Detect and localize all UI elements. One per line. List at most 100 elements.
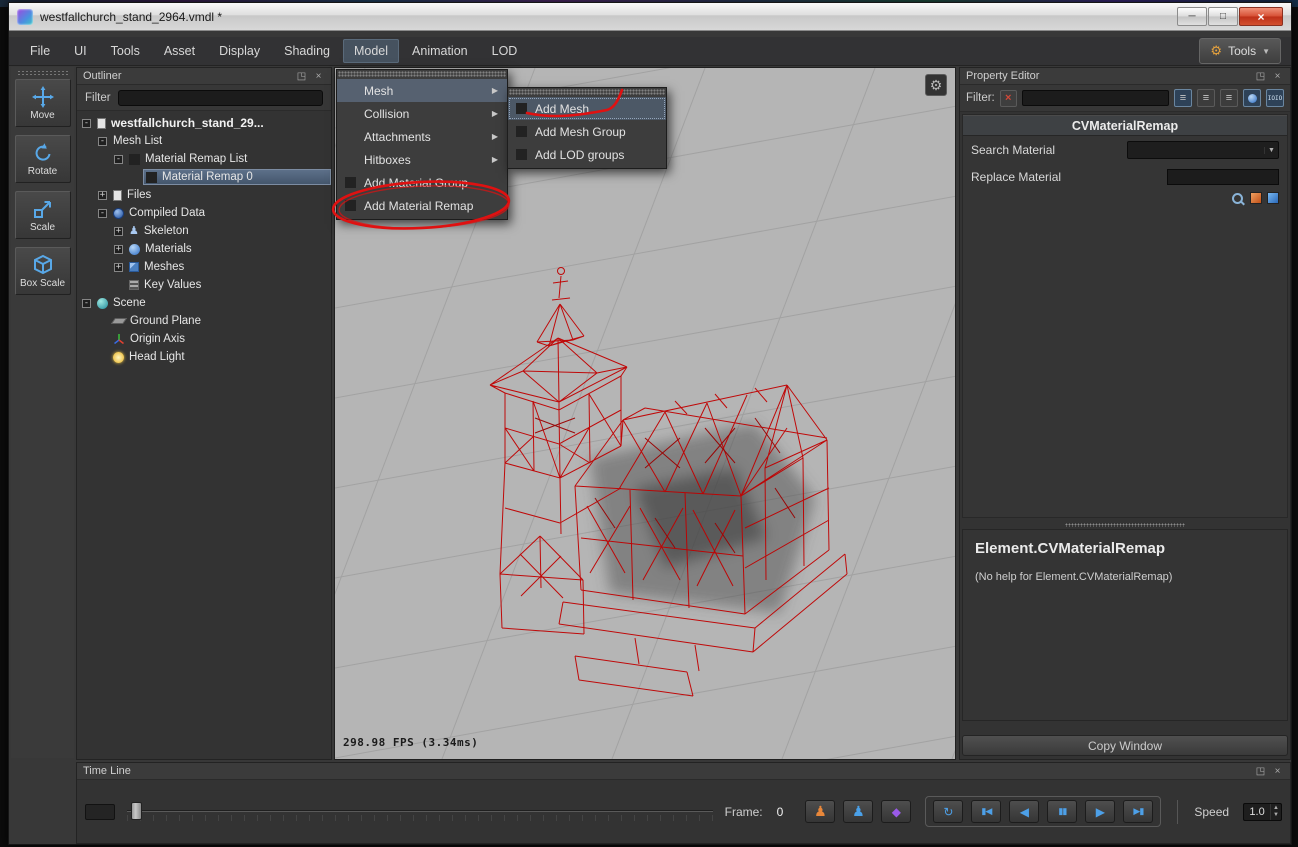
rotate-tool-button[interactable]: Rotate [15, 135, 71, 183]
spin-down-icon[interactable]: ▼ [1273, 812, 1279, 819]
spin-up-icon[interactable]: ▲ [1273, 805, 1279, 812]
tools-dropdown-button[interactable]: ⚙ Tools ▼ [1199, 38, 1281, 64]
loop-button[interactable]: ↻ [933, 800, 963, 823]
menu-item-add-mesh[interactable]: Add Mesh [508, 97, 666, 120]
tree-item-mesh-list[interactable]: - Mesh List [77, 132, 331, 150]
property-filter-input[interactable] [1022, 90, 1169, 106]
box-scale-icon [31, 253, 55, 277]
close-panel-icon[interactable]: × [312, 70, 325, 83]
mesh-submenu: Add Mesh Add Mesh Group Add LOD groups [507, 87, 667, 169]
menu-item-add-material-group[interactable]: Add Material Group [337, 171, 507, 194]
tree-item-materials[interactable]: + Materials [77, 240, 331, 258]
search-material-dropdown[interactable]: ▼ [1127, 141, 1279, 159]
tree-expander[interactable]: - [98, 137, 107, 146]
menu-drag-handle[interactable] [338, 71, 506, 77]
flex-mode-button[interactable]: ◆ [881, 800, 911, 823]
slider-track[interactable] [127, 810, 713, 812]
pick-material-icon[interactable] [1267, 192, 1279, 204]
filter-label: Filter [85, 92, 111, 104]
move-tool-button[interactable]: Move [15, 79, 71, 127]
pose-mode-button[interactable]: ♟ [843, 800, 873, 823]
menu-file[interactable]: File [19, 39, 61, 63]
search-material-icon[interactable] [1231, 192, 1245, 206]
timeline-slider[interactable] [127, 797, 713, 827]
add-mesh-group-icon [516, 126, 527, 137]
menu-display[interactable]: Display [208, 39, 271, 63]
element-view-button[interactable] [1243, 89, 1261, 107]
pause-button[interactable]: ▮▮ [1047, 800, 1077, 823]
menu-item-add-lod-groups[interactable]: Add LOD groups [508, 143, 666, 166]
document-icon [97, 118, 106, 129]
tree-item-material-remap-list[interactable]: - Material Remap List [77, 150, 331, 168]
tree-expander[interactable]: - [82, 299, 91, 308]
menu-item-hitboxes[interactable]: Hitboxes ▶ [337, 148, 507, 171]
replace-material-input[interactable] [1167, 169, 1279, 185]
skip-start-icon: ▮◀ [981, 806, 991, 817]
tree-item-scene[interactable]: - Scene [77, 294, 331, 312]
box-scale-tool-button[interactable]: Box Scale [15, 247, 71, 295]
tree-item-skeleton[interactable]: + ♟ Skeleton [77, 222, 331, 240]
tree-item-head-light[interactable]: Head Light [77, 348, 331, 366]
remove-material-icon[interactable] [1250, 192, 1262, 204]
tree-item-origin-axis[interactable]: Origin Axis [77, 330, 331, 348]
float-panel-icon[interactable]: ◳ [295, 70, 308, 83]
origin-axis-icon [113, 333, 125, 345]
scale-tool-button[interactable]: Scale [15, 191, 71, 239]
view-columns-button[interactable]: ≡ [1197, 89, 1215, 107]
menu-item-add-material-remap[interactable]: Add Material Remap [337, 194, 507, 217]
skip-to-start-button[interactable]: ▮◀ [971, 800, 1001, 823]
tree-item-files[interactable]: + Files [77, 186, 331, 204]
tree-item-model-root[interactable]: - westfallchurch_stand_29... [77, 114, 331, 132]
float-panel-icon[interactable]: ◳ [1254, 70, 1267, 83]
play-button[interactable]: ▶ [1085, 800, 1115, 823]
tree-expander[interactable]: + [98, 191, 107, 200]
step-back-button[interactable]: ◀ [1009, 800, 1039, 823]
panel-splitter[interactable] [960, 520, 1290, 529]
tree-item-meshes[interactable]: + Meshes [77, 258, 331, 276]
clear-filter-button[interactable]: × [1000, 90, 1017, 107]
tree-item-key-values[interactable]: Key Values [77, 276, 331, 294]
menu-drag-handle[interactable] [509, 89, 665, 95]
maximize-button[interactable]: □ [1208, 7, 1238, 26]
tree-expander[interactable]: - [82, 119, 91, 128]
tree-expander[interactable]: + [114, 245, 123, 254]
outliner-filter-input[interactable] [118, 90, 323, 106]
close-panel-icon[interactable]: × [1271, 765, 1284, 778]
menu-item-add-mesh-group[interactable]: Add Mesh Group [508, 120, 666, 143]
tree-expander[interactable]: - [114, 155, 123, 164]
tree-expander[interactable]: + [114, 263, 123, 272]
menu-item-mesh[interactable]: Mesh ▶ [337, 79, 507, 102]
skip-end-icon: ▶▮ [1133, 806, 1143, 817]
float-panel-icon[interactable]: ◳ [1254, 765, 1267, 778]
close-panel-icon[interactable]: × [1271, 70, 1284, 83]
timeline-title: Time Line [83, 765, 131, 777]
menu-ui[interactable]: UI [63, 39, 98, 63]
menu-asset[interactable]: Asset [153, 39, 206, 63]
speed-spinner[interactable]: 1.0 ▲ ▼ [1243, 803, 1282, 821]
slider-handle[interactable] [131, 802, 142, 820]
tree-item-compiled-data[interactable]: - Compiled Data [77, 204, 331, 222]
view-list-button[interactable]: ≡ [1174, 89, 1192, 107]
copy-window-button[interactable]: Copy Window [962, 735, 1288, 756]
menu-lod[interactable]: LOD [481, 39, 529, 63]
menu-model[interactable]: Model [343, 39, 399, 63]
view-tree-button[interactable]: ≡ [1220, 89, 1238, 107]
close-button[interactable]: × [1239, 7, 1283, 26]
tree-expander[interactable]: + [114, 227, 123, 236]
minimize-button[interactable]: ─ [1177, 7, 1207, 26]
tree-expander[interactable]: - [98, 209, 107, 218]
menu-shading[interactable]: Shading [273, 39, 341, 63]
tree-item-ground-plane[interactable]: Ground Plane [77, 312, 331, 330]
frame-display-box[interactable] [85, 804, 115, 820]
menu-item-collision[interactable]: Collision ▶ [337, 102, 507, 125]
viewport-settings-button[interactable]: ⚙ [925, 74, 947, 96]
binary-view-button[interactable]: IOIO [1266, 89, 1284, 107]
menu-tools[interactable]: Tools [100, 39, 151, 63]
skeleton-mode-button[interactable]: ♟ [805, 800, 835, 823]
speed-value[interactable]: 1.0 [1244, 804, 1270, 820]
skip-to-end-button[interactable]: ▶▮ [1123, 800, 1153, 823]
menu-item-attachments[interactable]: Attachments ▶ [337, 125, 507, 148]
property-editor-panel: Property Editor ◳ × Filter: × ≡ ≡ ≡ IOIO… [959, 67, 1291, 760]
tree-item-material-remap-0[interactable]: Material Remap 0 [77, 168, 331, 186]
menu-animation[interactable]: Animation [401, 39, 479, 63]
